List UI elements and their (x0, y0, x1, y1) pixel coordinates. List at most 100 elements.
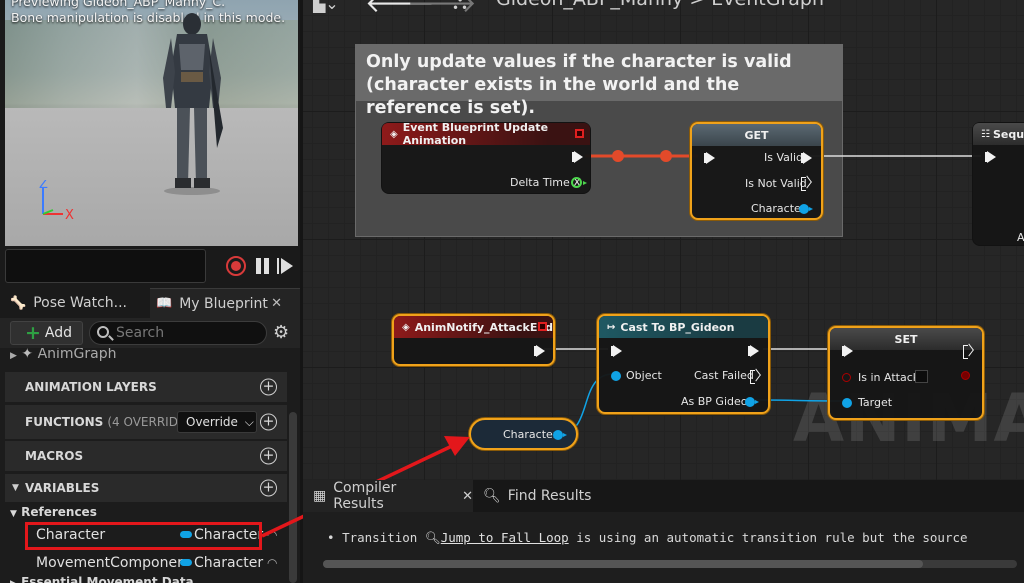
add-macro-icon[interactable]: + (260, 447, 277, 465)
node-anim-notify-attack-end[interactable]: ◈ AnimNotify_AttackEnd (392, 314, 555, 366)
section-animation-layers[interactable]: ANIMATION LAYERS + (5, 372, 287, 402)
exec-out-pin[interactable] (748, 345, 759, 357)
add-variable-icon[interactable]: + (260, 479, 277, 497)
axis-z-label: Z (39, 180, 48, 192)
exec-in-pin[interactable] (985, 151, 996, 163)
message-link[interactable]: Jump to Fall Loop (441, 530, 569, 545)
exec-out-pin[interactable] (534, 345, 545, 357)
results-panel: ▦ Compiler Results ✕ 🔍︎ Find Results • T… (303, 480, 1024, 583)
breadcrumb-leaf[interactable]: EventGraph (711, 0, 824, 10)
override-dropdown[interactable]: Override ⌵ (177, 411, 257, 433)
search-icon: 🔍︎ (424, 530, 441, 545)
cast-icon: ↦ (607, 321, 616, 333)
record-icon[interactable] (226, 256, 246, 276)
section-variables[interactable]: ▼ VARIABLES + (5, 474, 287, 502)
tab-find-results[interactable]: 🔍︎ Find Results (483, 480, 591, 512)
section-macros[interactable]: MACROS + (5, 441, 287, 471)
pause-icon[interactable] (253, 256, 273, 276)
viewport-message-line1: Previewing Gideon_ABP_Manny_C. (11, 0, 226, 9)
node-validated-get[interactable]: GET Is Valid Is Not Valid Character (690, 122, 823, 220)
results-horizontal-scrollbar[interactable] (323, 560, 1017, 568)
variable-row-movement-component[interactable]: MovementComponer Character ◠ (5, 550, 287, 576)
references-category-label: References (21, 505, 97, 519)
essential-movement-data-label: Essential Movement Data (21, 575, 194, 583)
node-event-update-animation[interactable]: ◈ Event Blueprint Update Animation Delta… (381, 121, 591, 194)
is-in-attack-checkbox[interactable] (915, 370, 928, 383)
node-header: ☷ Seque (973, 123, 1024, 145)
comment-text: Only update values if the character is v… (356, 45, 842, 118)
section-functions[interactable]: FUNCTIONS (4 OVERRIDABLE Override ⌵ + (5, 405, 287, 439)
caret-right-icon: ▶ (10, 351, 17, 361)
breadcrumb: Gideon_ABP_Manny > EventGraph (496, 0, 824, 10)
event-graph-canvas[interactable]: ▙⌄ 🡐 🡒 ⛬ Gideon_ABP_Manny > EventGraph A… (303, 0, 1024, 480)
float-out-pin[interactable] (571, 177, 587, 188)
node-cast-to-bp-gideon[interactable]: ↦ Cast To BP_Gideon Object Cast Failed A… (597, 314, 770, 414)
exec-out-pin[interactable] (572, 151, 583, 163)
scrollbar-thumb[interactable] (323, 560, 923, 568)
sequence-pin-label: A (1017, 231, 1024, 244)
variable-type: Character (194, 555, 264, 571)
add-button[interactable]: + Add (10, 321, 83, 345)
node-sequence[interactable]: ☷ Seque A (972, 122, 1024, 246)
plus-icon: + (25, 322, 41, 344)
close-tab-icon[interactable]: ✕ (462, 489, 473, 504)
tree-scrollbar[interactable] (289, 412, 297, 583)
bool-out-pin[interactable] (961, 371, 970, 380)
caret-right-icon: ▶ (10, 579, 17, 583)
message-prefix: Transition (342, 530, 418, 545)
step-play-icon[interactable] (275, 256, 295, 276)
editor-window: Previewing Gideon_ABP_Manny_C. Bone mani… (0, 0, 1024, 583)
character-out-pin[interactable] (553, 430, 567, 440)
graph-title-bar: ▙⌄ 🡐 🡒 ⛬ Gideon_ABP_Manny > EventGraph (303, 0, 1024, 22)
bool-in-pin[interactable] (842, 373, 851, 382)
exec-in-pin[interactable] (611, 345, 622, 357)
search-input[interactable] (116, 324, 261, 342)
is-not-valid-exec-pin[interactable] (801, 177, 812, 191)
references-category[interactable]: ▼ References (10, 505, 97, 519)
visibility-eye-icon[interactable]: ◠ (267, 528, 277, 542)
results-tabs: ▦ Compiler Results ✕ 🔍︎ Find Results (303, 480, 1024, 512)
object-in-pin[interactable] (611, 371, 621, 381)
target-in-pin[interactable] (842, 398, 852, 408)
gear-icon[interactable]: ⚙ (273, 323, 289, 343)
tab-pose-watch[interactable]: 🦴 Pose Watch... (10, 288, 145, 318)
add-animation-layer-icon[interactable]: + (260, 378, 277, 396)
recording-timeline-field[interactable] (5, 249, 206, 283)
bookmark-icon[interactable]: ▙⌄ (313, 0, 339, 13)
visibility-eye-icon[interactable]: ◠ (267, 556, 277, 570)
node-header: ◈ AnimNotify_AttackEnd (394, 316, 553, 338)
character-out-pin[interactable] (799, 204, 813, 214)
compiler-results-icon: ▦ (313, 488, 327, 504)
tab-my-blueprint[interactable]: 📖 My Blueprint ✕ (150, 288, 300, 318)
node-title: GET (744, 128, 769, 142)
close-tab-icon[interactable]: ✕ (271, 296, 282, 311)
exec-in-pin[interactable] (704, 152, 715, 164)
add-function-icon[interactable]: + (260, 413, 277, 431)
is-valid-exec-pin[interactable] (801, 152, 812, 164)
exec-out-pin[interactable] (963, 345, 974, 359)
preview-viewport[interactable]: Previewing Gideon_ABP_Manny_C. Bone mani… (5, 0, 298, 246)
tab-pose-watch-label: Pose Watch... (33, 295, 127, 311)
blueprint-toolbar: + Add ⚙ (0, 318, 300, 348)
delegate-pin-icon[interactable] (538, 322, 547, 331)
is-valid-label: Is Valid (764, 151, 803, 164)
as-bp-gideon-label: As BP Gideon (681, 395, 755, 408)
tab-compiler-results[interactable]: ▦ Compiler Results ✕ (303, 480, 473, 512)
as-bp-gideon-pin[interactable] (745, 397, 759, 407)
essential-movement-data-category[interactable]: ▶ Essential Movement Data (10, 575, 194, 583)
section-functions-label: FUNCTIONS (25, 415, 104, 429)
variable-name: MovementComponer (36, 555, 183, 571)
record-bar (5, 249, 298, 283)
add-button-label: Add (44, 325, 73, 341)
node-header: ↦ Cast To BP_Gideon (599, 316, 768, 338)
delegate-pin-icon[interactable] (575, 129, 584, 138)
node-character-getter[interactable]: Character (469, 418, 578, 450)
breadcrumb-separator: > (689, 0, 705, 10)
blueprint-icon: 📖 (156, 296, 173, 311)
anim-graph-item[interactable]: ▶ ✦ AnimGraph (10, 348, 116, 362)
breadcrumb-root[interactable]: Gideon_ABP_Manny (496, 0, 683, 10)
exec-in-pin[interactable] (842, 345, 853, 357)
cast-failed-exec-pin[interactable] (750, 370, 761, 384)
node-set-is-in-attack[interactable]: SET Is in Attack Target (828, 326, 984, 420)
is-in-attack-label: Is in Attack (858, 371, 920, 384)
